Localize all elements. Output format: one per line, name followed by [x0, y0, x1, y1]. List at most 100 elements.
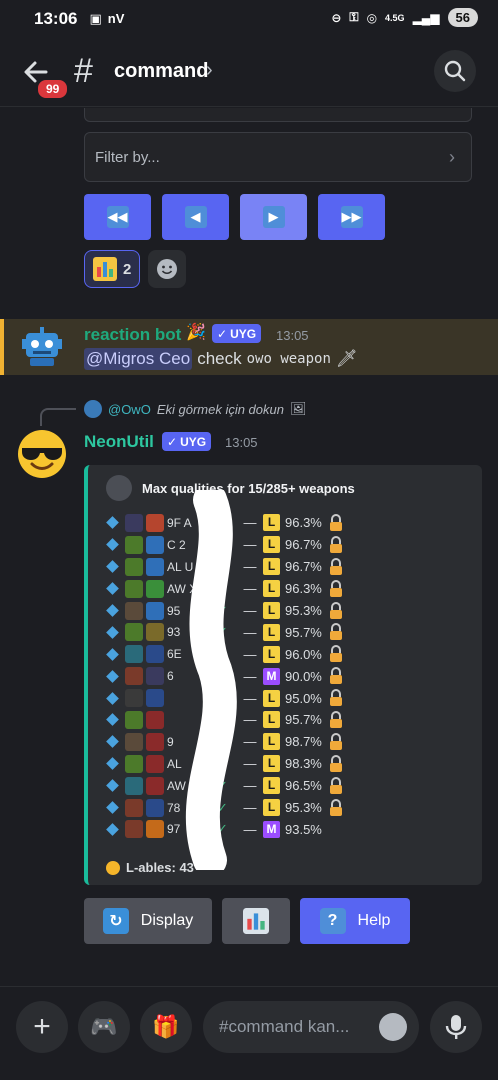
search-button[interactable]	[434, 50, 476, 92]
add-reaction-button[interactable]	[148, 250, 187, 288]
lock-icon	[330, 754, 342, 772]
author-name[interactable]: NeonUtil	[84, 432, 154, 452]
gamepad-icon: 🎮	[90, 1014, 118, 1039]
passive-icon	[146, 776, 164, 795]
status-right: ⊖ ⚿ ◎ 4.5G ▂▄▆ 56	[331, 8, 478, 27]
previous-select	[84, 108, 472, 122]
message-input[interactable]: #command kan...	[203, 1001, 419, 1053]
filter-select[interactable]: Filter by... ›	[84, 132, 472, 182]
quality-badge: L	[263, 733, 280, 751]
header-divider	[0, 106, 498, 107]
quality-badge: L	[263, 799, 280, 817]
redaction-scribble	[185, 490, 237, 870]
quality-percent: 95.7%	[285, 712, 322, 728]
passive-icon	[146, 557, 164, 576]
key-icon: ⚿	[349, 10, 359, 24]
passive-icon	[146, 513, 164, 532]
reaction-chart[interactable]: 2	[84, 250, 141, 288]
lock-icon	[330, 513, 342, 531]
user-mention[interactable]: @Migros Ceo	[84, 348, 193, 370]
plus-icon: +	[33, 1010, 51, 1043]
weapon-icon	[125, 776, 143, 795]
prev-page-button[interactable]: ◀	[162, 194, 229, 240]
passive-icon	[146, 535, 164, 554]
weapon-icon	[125, 623, 143, 642]
action-buttons: ↻ Display ? Help	[84, 898, 410, 944]
diamond-icon	[106, 582, 119, 595]
quality-percent: 96.5%	[285, 778, 322, 794]
chart-button[interactable]	[222, 898, 290, 944]
status-extra: nV	[107, 11, 125, 26]
dnd-icon: ⊖	[331, 10, 342, 25]
status-bar: 13:06 ▣ nV ⊖ ⚿ ◎ 4.5G ▂▄▆ 56	[0, 0, 498, 38]
quality-percent: 95.3%	[285, 603, 322, 618]
message-placeholder: #command kan...	[219, 1017, 350, 1036]
chevron-right-icon[interactable]: ›	[206, 59, 213, 82]
message-word: check	[197, 349, 242, 368]
rewind-icon: ◀◀	[106, 206, 129, 228]
chevron-right-icon: ›	[449, 147, 455, 167]
battery-indicator: 56	[447, 8, 478, 27]
passive-icon	[146, 798, 164, 817]
app-tag-label: UYG	[180, 434, 207, 449]
last-page-button[interactable]: ▶▶	[318, 194, 385, 240]
lock-icon	[330, 601, 342, 619]
search-icon	[444, 60, 466, 82]
weapon-icon	[125, 820, 143, 839]
sunglasses-avatar[interactable]	[16, 428, 68, 480]
first-page-button[interactable]: ◀◀	[84, 194, 151, 240]
status-icons: ▣ nV	[89, 11, 124, 27]
lock-icon	[330, 732, 342, 750]
timestamp: 13:05	[276, 328, 309, 343]
quality-badge: M	[263, 820, 280, 838]
right-arrow-icon: ▶	[262, 206, 285, 228]
refresh-icon: ↻	[102, 908, 129, 934]
quality-badge: L	[263, 580, 280, 598]
reply-user: @OwO	[108, 401, 151, 417]
lock-icon	[330, 557, 342, 575]
gift-button[interactable]: 🎁	[140, 1001, 192, 1053]
quality-percent: 95.0%	[285, 690, 322, 706]
question-icon: ?	[319, 908, 346, 934]
passive-icon	[146, 754, 164, 773]
lock-icon	[330, 798, 342, 816]
passive-icon	[146, 689, 164, 708]
add-button[interactable]: +	[16, 1001, 68, 1053]
network-label: 4.5G	[385, 12, 405, 23]
quality-percent: 98.3%	[285, 756, 322, 772]
left-arrow-icon: ◀	[184, 206, 207, 228]
diamond-icon	[106, 538, 119, 552]
author-name[interactable]: reaction bot	[84, 325, 181, 345]
message-text: @Migros Ceo check owo weapon 🗡	[84, 348, 358, 370]
channel-title[interactable]: command	[114, 60, 208, 83]
emoji-icon[interactable]	[379, 1013, 407, 1041]
display-button[interactable]: ↻ Display	[84, 898, 212, 944]
robot-avatar[interactable]	[20, 325, 64, 369]
lock-icon	[330, 689, 342, 707]
reactions: 2	[84, 250, 187, 288]
quality-badge: L	[263, 711, 280, 729]
reply-preview[interactable]: @OwO Eki görmek için dokun 🖼	[84, 400, 307, 418]
app-tag-label: UYG	[230, 326, 257, 341]
diamond-icon	[106, 823, 119, 836]
passive-icon	[146, 820, 164, 839]
timestamp: 13:05	[225, 435, 258, 450]
display-label: Display	[140, 912, 194, 929]
hotspot-icon: ◎	[366, 10, 378, 25]
quality-percent: 96.7%	[285, 537, 322, 553]
pagination-buttons: ◀◀ ◀ ▶ ▶▶	[84, 194, 385, 240]
diamond-icon	[106, 647, 119, 661]
weapon-icon	[125, 798, 143, 817]
reply-avatar	[84, 400, 102, 418]
diamond-icon	[106, 691, 119, 705]
next-page-button[interactable]: ▶	[240, 194, 307, 240]
weapon-icon	[125, 710, 143, 729]
voice-button[interactable]	[430, 1001, 482, 1053]
diamond-icon	[106, 560, 119, 574]
help-button[interactable]: ? Help	[300, 898, 410, 944]
weapon-icon	[125, 732, 143, 751]
activities-button[interactable]: 🎮	[78, 1001, 130, 1053]
smiley-icon	[157, 259, 178, 279]
gift-icon: 🎁	[152, 1014, 180, 1039]
lock-icon	[330, 710, 342, 728]
